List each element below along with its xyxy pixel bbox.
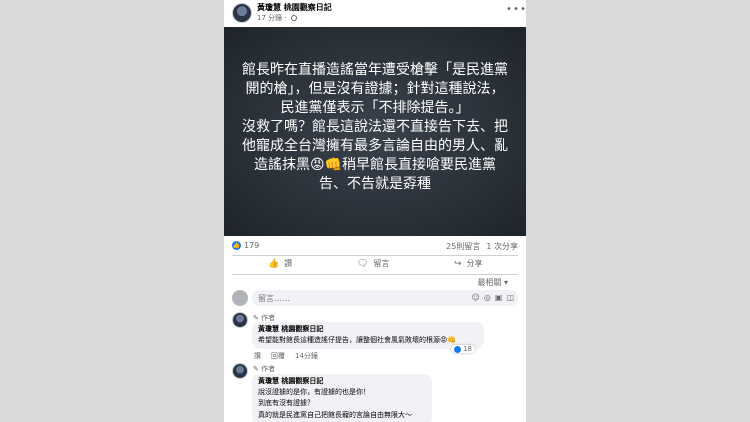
comment-box-row: ☺ ◎ ▣◫	[224, 289, 526, 309]
sort-label: 最相關	[477, 278, 502, 287]
share-icon: ↪	[454, 259, 462, 269]
post-image[interactable]: 館長昨在直播造謠當年遭受槍擊「是民進黨開的槍」，但是沒有證據；針對這種說法，民進…	[224, 27, 526, 236]
comment-like-link[interactable]: 讚	[254, 352, 261, 360]
commenter-avatar[interactable]	[232, 363, 248, 379]
post-image-text: 館長昨在直播造謠當年遭受槍擊「是民進黨開的槍」，但是沒有證據；針對這種說法，民進…	[242, 62, 508, 192]
author-name[interactable]: 黃瓊慧 桃園觀察日記	[257, 2, 332, 13]
comment-button[interactable]: 🗨 留言	[357, 258, 389, 269]
comment-actions: 讚 回覆 14分鐘	[254, 351, 328, 361]
sticker-icon[interactable]: ◫	[506, 293, 514, 302]
comment-text: 希望能對館長這種造謠仔提告，讓整個社會風氣敗壞的根源😡👊	[258, 336, 457, 344]
comment-reply-link[interactable]: 回覆	[271, 352, 285, 360]
action-bar: 👍 讚 🗨 留言 ↪ 分享	[224, 256, 526, 274]
author-tag-label: 作者	[261, 314, 276, 322]
post-time[interactable]: 17 分鐘 ·	[257, 13, 297, 23]
user-avatar	[232, 290, 248, 306]
share-label: 分享	[466, 259, 483, 268]
comment-bubble: 黃瓊慧 桃園觀察日記 希望能對館長這種造謠仔提告，讓整個社會風氣敗壞的根源😡👊	[252, 322, 484, 349]
author-tag-label: 作者	[261, 365, 276, 373]
divider	[232, 274, 518, 275]
share-button[interactable]: ↪ 分享	[454, 258, 483, 269]
comment-time[interactable]: 14分鐘	[295, 352, 318, 360]
comment-text: 真的就是民進黨自己把館長寵的言論自由無限大～	[258, 411, 412, 419]
comment-input-icons: ☺ ◎ ▣ ◫	[468, 293, 514, 302]
globe-icon	[290, 15, 297, 21]
author-avatar[interactable]	[232, 3, 252, 23]
stats-right: 25則留言 1 次分享	[440, 241, 518, 252]
like-button[interactable]: 👍 讚	[268, 258, 292, 269]
comment-count[interactable]: 25則留言	[446, 242, 480, 251]
like-reaction-icon	[454, 345, 461, 353]
like-count[interactable]: 179	[244, 241, 259, 250]
like-reaction-icon[interactable]: 👍	[232, 241, 241, 250]
post-header: 黃瓊慧 桃園觀察日記 17 分鐘 · • • •	[224, 0, 526, 26]
post-time-text[interactable]: 17 分鐘	[257, 14, 282, 22]
commenter-name[interactable]: 黃瓊慧 桃園觀察日記	[258, 376, 323, 386]
post-stats: 👍 179 25則留言 1 次分享	[224, 238, 526, 254]
emoji-icon[interactable]: ☺	[472, 293, 480, 302]
gif-icon[interactable]: ▣	[495, 293, 503, 302]
post-card: 黃瓊慧 桃園觀察日記 17 分鐘 · • • • 館長昨在直播造謠當年遭受槍擊「…	[224, 0, 526, 422]
comment-icon: 🗨	[357, 259, 369, 269]
chevron-down-icon: ▾	[503, 278, 508, 287]
comment-sort-dropdown[interactable]: 最相關 ▾	[477, 277, 508, 288]
camera-icon[interactable]: ◎	[484, 293, 491, 302]
thumbs-up-icon: 👍	[268, 259, 280, 269]
commenter-name[interactable]: 黃瓊慧 桃園觀察日記	[258, 324, 323, 334]
comment-text: 說沒證據的是你，有證據的也是你！	[258, 388, 370, 396]
more-options-icon[interactable]: • • •	[506, 4, 526, 15]
comment-text: 到底有沒有證據？	[258, 399, 314, 407]
share-count[interactable]: 1 次分享	[486, 242, 518, 251]
comment-reaction-count[interactable]: 18	[451, 345, 475, 353]
author-tag: ✎ 作者	[253, 365, 276, 373]
comment-bubble: 黃瓊慧 桃園觀察日記 說沒證據的是你，有證據的也是你！ 到底有沒有證據？ 真的就…	[252, 374, 432, 422]
like-label: 讚	[284, 259, 293, 268]
comment-label: 留言	[373, 259, 390, 268]
reaction-count: 18	[463, 345, 472, 353]
commenter-avatar[interactable]	[232, 312, 248, 328]
